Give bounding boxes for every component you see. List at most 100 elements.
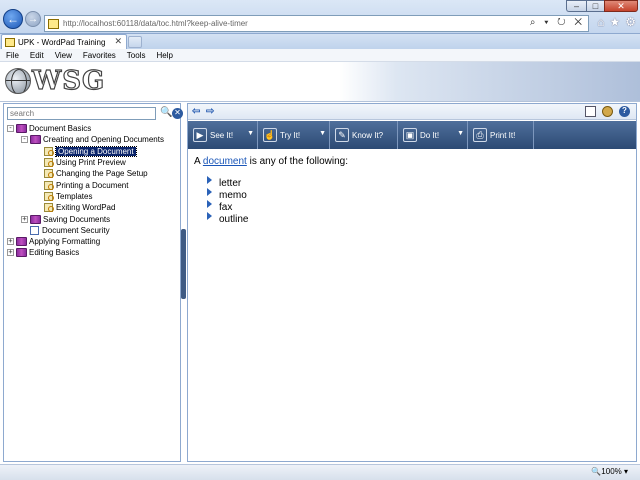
help-icon[interactable]: ?	[619, 106, 630, 117]
tab-upk-wordpad[interactable]: UPK - WordPad Training ✕	[1, 34, 127, 49]
expand-toggle-icon[interactable]: +	[7, 249, 14, 257]
previous-arrow-icon[interactable]: ⇦	[192, 106, 200, 117]
collapse-toggle-icon[interactable]: -	[21, 136, 28, 144]
status-bar: 🔍100% ▾	[0, 464, 640, 480]
zoom-level[interactable]: 🔍100% ▾	[591, 467, 628, 476]
tree-item-label: Exiting WordPad	[56, 203, 116, 213]
dropdown-arrow-icon[interactable]: ▼	[319, 130, 326, 137]
page-favicon-icon	[48, 18, 59, 29]
do-it-button[interactable]: ▣ Do It! ▼	[398, 121, 468, 149]
concept-list: letter memo fax outline	[194, 176, 624, 225]
tree-item[interactable]: + Saving Documents	[7, 213, 177, 224]
toolbar-button-label: See It!	[210, 130, 234, 140]
print-it-button[interactable]: ⎙ Print It!	[468, 121, 534, 149]
tree-item[interactable]: + Applying Formatting	[7, 236, 177, 247]
search-icon[interactable]: 🔍	[160, 107, 172, 118]
tree-item[interactable]: - Document Basics	[7, 123, 177, 134]
concept-content: A document is any of the following: lett…	[194, 156, 624, 225]
tree-item[interactable]: Printing a Document	[7, 179, 177, 190]
module-book-icon	[30, 214, 41, 224]
maximize-button[interactable]: □	[586, 0, 604, 12]
forward-button[interactable]: →	[25, 11, 41, 27]
address-url[interactable]: http://localhost:60118/data/toc.html?kee…	[63, 19, 248, 28]
tree-item-label: Printing a Document	[56, 180, 129, 190]
tools-gear-icon[interactable]: ⚙	[625, 15, 636, 29]
tree-item[interactable]: + Editing Basics	[7, 247, 177, 258]
pane-splitter-handle[interactable]	[181, 229, 186, 299]
minimize-button[interactable]: –	[566, 0, 586, 12]
menu-edit[interactable]: Edit	[30, 51, 44, 60]
search-input[interactable]	[7, 107, 156, 120]
module-book-icon	[16, 124, 27, 134]
topic-icon	[44, 180, 54, 190]
list-item-text: outline	[219, 213, 249, 225]
menu-view[interactable]: View	[55, 51, 72, 60]
collapse-toggle-icon[interactable]: -	[7, 125, 14, 133]
new-tab-button[interactable]	[128, 36, 142, 48]
try-it-button[interactable]: ☝ Try It! ▼	[258, 121, 330, 149]
bullet-triangle-icon	[207, 212, 212, 220]
list-item: letter	[194, 176, 624, 189]
tree-item[interactable]: Document Security	[7, 225, 177, 236]
tree-item-label: Using Print Preview	[56, 158, 126, 168]
tab-close-icon[interactable]: ✕	[114, 36, 122, 47]
tree-item-label: Applying Formatting	[29, 237, 101, 247]
dropdown-arrow-icon[interactable]: ▼	[457, 130, 464, 137]
browser-toolbar-icons: ⌂ ★ ⚙	[597, 15, 636, 29]
document-icon	[30, 225, 39, 235]
tab-favicon-icon	[5, 37, 15, 47]
know-it-icon: ✎	[335, 128, 349, 142]
address-tools[interactable]: ⌕ ▾ ↻ ✕	[530, 17, 585, 28]
expand-toggle-icon[interactable]: +	[7, 238, 14, 246]
know-it-button[interactable]: ✎ Know It?	[330, 121, 398, 149]
tab-title: UPK - WordPad Training	[18, 37, 106, 47]
list-item: fax	[194, 200, 624, 213]
content-nav-tools: ?	[585, 106, 630, 117]
tab-strip: UPK - WordPad Training ✕	[0, 34, 640, 49]
list-item-text: letter	[219, 177, 242, 189]
topic-icon	[44, 146, 54, 156]
back-button[interactable]: ←	[3, 9, 23, 29]
content-nav-bar: ⇦ ⇨ ?	[188, 104, 636, 120]
back-arrow-icon: ←	[7, 12, 19, 26]
see-it-button[interactable]: ▶ See It! ▼	[188, 121, 258, 149]
topic-icon	[44, 203, 54, 213]
document-link[interactable]: document	[203, 156, 247, 167]
intro-prefix: A	[194, 156, 203, 167]
expand-toggle-icon[interactable]: +	[21, 215, 28, 223]
toolbar-button-label: Try It!	[280, 130, 301, 140]
menu-favorites[interactable]: Favorites	[83, 51, 116, 60]
browser-window: ← → http://localhost:60118/data/toc.html…	[0, 0, 640, 480]
home-icon[interactable]: ⌂	[597, 15, 604, 29]
preferences-gear-icon[interactable]	[602, 106, 613, 117]
close-window-button[interactable]: ✕	[604, 0, 638, 12]
tree-item[interactable]: - Creating and Opening Documents	[7, 134, 177, 145]
favorites-star-icon[interactable]: ★	[609, 15, 620, 29]
clear-search-icon[interactable]: ✕	[172, 108, 183, 119]
print-it-icon: ⎙	[473, 128, 487, 142]
list-item-text: memo	[219, 189, 247, 201]
browser-chrome: ← → http://localhost:60118/data/toc.html…	[0, 0, 640, 34]
menu-tools[interactable]: Tools	[127, 51, 146, 60]
header-banner: WSG	[0, 62, 640, 102]
tree-item[interactable]: Templates	[7, 191, 177, 202]
tree-item[interactable]: Using Print Preview	[7, 157, 177, 168]
module-book-icon	[16, 248, 27, 258]
forward-arrow-icon: →	[28, 13, 38, 25]
tree-item-label: Creating and Opening Documents	[43, 135, 164, 145]
do-it-icon: ▣	[403, 128, 417, 142]
tree-item-label: Saving Documents	[43, 214, 111, 224]
menu-file[interactable]: File	[6, 51, 19, 60]
bullet-triangle-icon	[207, 200, 212, 208]
next-arrow-icon[interactable]: ⇨	[206, 106, 214, 117]
dropdown-arrow-icon[interactable]: ▼	[247, 130, 254, 137]
tree-item[interactable]: Opening a Document	[7, 145, 177, 157]
tree-item[interactable]: Changing the Page Setup	[7, 168, 177, 179]
address-bar[interactable]: http://localhost:60118/data/toc.html?kee…	[44, 15, 589, 32]
tree-item-label: Editing Basics	[29, 248, 80, 258]
concept-intro: A document is any of the following:	[194, 156, 624, 167]
menu-help[interactable]: Help	[156, 51, 172, 60]
tree-item[interactable]: Exiting WordPad	[7, 202, 177, 213]
list-item: memo	[194, 188, 624, 201]
new-window-icon[interactable]	[585, 106, 596, 117]
